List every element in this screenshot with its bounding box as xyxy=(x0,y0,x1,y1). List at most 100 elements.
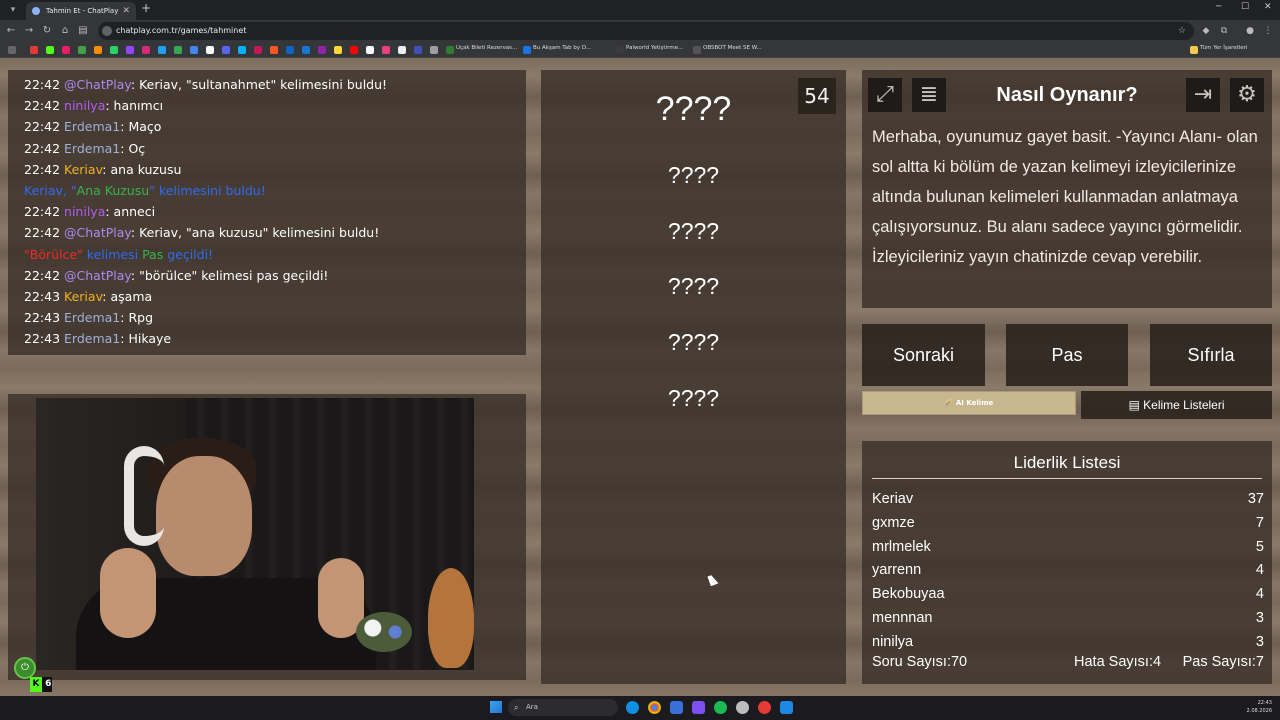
bookmark-icon[interactable] xyxy=(238,46,246,54)
bookmark-icon[interactable] xyxy=(286,46,294,54)
chat-username[interactable]: Erdema1 xyxy=(64,141,120,156)
app-icon[interactable] xyxy=(758,701,771,714)
how-to-play-panel: ⤢ ≣ Nasıl Oynanır? ⇥ ⚙ Merhaba, oyunumuz… xyxy=(862,70,1272,308)
bookmark-icon[interactable] xyxy=(302,46,310,54)
steam-icon[interactable] xyxy=(780,701,793,714)
chat-username[interactable]: Keriav xyxy=(64,162,102,177)
minimize-icon[interactable]: ─ xyxy=(1216,2,1221,12)
bookmark-icon[interactable] xyxy=(78,46,86,54)
taskbar-clock[interactable]: 22:43 2.08.2026 xyxy=(1247,699,1272,715)
chat-timestamp: 22:42 xyxy=(24,267,61,283)
bookmark-icon[interactable] xyxy=(158,46,166,54)
tab-search-icon[interactable]: ▾ xyxy=(6,3,20,17)
bookmark-label[interactable]: OBSBOT Meet SE W... xyxy=(703,45,762,51)
chat-username[interactable]: ninilya xyxy=(64,98,105,113)
bookmark-icon[interactable] xyxy=(334,46,342,54)
app-icon[interactable] xyxy=(692,701,705,714)
bookmark-icon[interactable] xyxy=(270,46,278,54)
mic-toggle-icon[interactable]: ⏻ xyxy=(14,657,36,679)
new-tab-button[interactable]: + xyxy=(141,1,151,15)
windows-start-icon[interactable] xyxy=(490,701,502,713)
reload-icon[interactable]: ↻ xyxy=(40,23,54,39)
chat-system-text: geçildi! xyxy=(163,246,214,262)
chat-username[interactable]: Erdema1 xyxy=(64,331,120,346)
taskbar-search[interactable]: ⌕ Ara xyxy=(508,699,618,716)
bookmark-label[interactable]: Uçak Bileti Rezervas... xyxy=(456,45,517,51)
logout-icon[interactable]: ⇥ xyxy=(1186,78,1220,112)
forward-icon[interactable]: → xyxy=(22,23,36,39)
chat-username[interactable]: @ChatPlay xyxy=(64,77,131,92)
close-window-icon[interactable]: ✕ xyxy=(1264,2,1272,12)
ai-word-button[interactable]: 🪄 AI Kelime xyxy=(862,391,1076,415)
next-button[interactable]: Sonraki xyxy=(862,324,985,386)
browser-menu-icon[interactable]: ⋮ xyxy=(1262,24,1274,38)
bookmark-label[interactable]: Bu Akşam Tab by D... xyxy=(533,45,591,51)
bookmark-icon[interactable] xyxy=(446,46,454,54)
obs-icon[interactable] xyxy=(736,701,749,714)
chat-message: 22:43 Keriav: aşama xyxy=(24,286,510,307)
bookmark-icon[interactable] xyxy=(398,46,406,54)
player-name: Keriav xyxy=(872,491,914,507)
chat-username[interactable]: ninilya xyxy=(64,204,105,219)
browser-tab[interactable]: Tahmin Et - ChatPlay ✕ xyxy=(26,2,136,20)
chat-username[interactable]: Erdema1 xyxy=(64,119,120,134)
chat-username[interactable]: Erdema1 xyxy=(64,310,120,325)
bookmark-icon[interactable] xyxy=(206,46,214,54)
bookmarks-bar: Uçak Bileti Rezervas... Bu Akşam Tab by … xyxy=(0,42,1280,58)
chat-text: : Oç xyxy=(120,140,146,156)
mail-icon[interactable] xyxy=(670,701,683,714)
bookmark-icon[interactable] xyxy=(142,46,150,54)
bookmark-icon[interactable] xyxy=(174,46,182,54)
chat-message: 22:42 Erdema1: Maço xyxy=(24,116,510,137)
bookmark-icon[interactable] xyxy=(523,46,531,54)
maximize-icon[interactable]: ☐ xyxy=(1241,2,1249,12)
extension-icon[interactable]: ◆ xyxy=(1200,24,1212,38)
home-icon[interactable]: ⌂ xyxy=(58,23,72,39)
bookmark-icon[interactable] xyxy=(693,46,701,54)
settings-gear-icon[interactable]: ⚙ xyxy=(1230,78,1264,112)
profile-avatar-icon[interactable]: ● xyxy=(1244,24,1256,38)
chat-text: : "börülce" kelimesi pas geçildi! xyxy=(130,267,329,283)
bookmark-icon[interactable] xyxy=(366,46,374,54)
bookmark-icon[interactable] xyxy=(62,46,70,54)
bookmark-icon[interactable] xyxy=(110,46,118,54)
chat-timestamp: 22:43 xyxy=(24,288,61,304)
spotify-icon[interactable] xyxy=(714,701,727,714)
folder-icon[interactable] xyxy=(1190,46,1198,54)
all-bookmarks-label[interactable]: Tüm Yer İşaretleri xyxy=(1200,45,1247,51)
bookmark-icon[interactable] xyxy=(46,46,54,54)
back-icon[interactable]: ← xyxy=(4,23,18,39)
chat-username[interactable]: @ChatPlay xyxy=(64,268,131,283)
bookmark-icon[interactable] xyxy=(30,46,38,54)
bookmark-icon[interactable] xyxy=(254,46,262,54)
bookmark-icon[interactable] xyxy=(318,46,326,54)
bookmark-star-icon[interactable]: ☆ xyxy=(1178,22,1186,40)
bookmark-label[interactable]: Palworld Yetiştirme... xyxy=(626,45,683,51)
address-bar[interactable]: chatplay.com.tr/games/tahminet ☆ xyxy=(98,22,1194,40)
edge-icon[interactable] xyxy=(626,701,639,714)
bookmark-icon[interactable] xyxy=(350,46,358,54)
word-lists-button[interactable]: ▤ Kelime Listeleri xyxy=(1081,391,1272,419)
bookmark-icon[interactable] xyxy=(222,46,230,54)
site-info-icon[interactable] xyxy=(102,26,112,36)
bookmark-icon[interactable] xyxy=(126,46,134,54)
tab-close-icon[interactable]: ✕ xyxy=(122,2,130,20)
leaderboard-row: Bekobuyaa 4 xyxy=(872,582,1264,606)
bookmark-icon[interactable] xyxy=(94,46,102,54)
word-panel: 54 ???? ???? ???? ???? ???? ???? xyxy=(541,70,846,684)
chat-username[interactable]: @ChatPlay xyxy=(64,225,131,240)
bookmark-icon[interactable] xyxy=(190,46,198,54)
bookmark-icon[interactable] xyxy=(414,46,422,54)
extensions-puzzle-icon[interactable]: ⧉ xyxy=(1218,24,1230,38)
bookmark-icon[interactable] xyxy=(382,46,390,54)
pass-button[interactable]: Pas xyxy=(1006,324,1128,386)
leaderboard-row: mrlmelek 5 xyxy=(872,535,1264,559)
bookmark-icon[interactable] xyxy=(430,46,438,54)
side-panel-icon[interactable]: ▤ xyxy=(76,23,90,39)
chrome-icon[interactable] xyxy=(648,701,661,714)
apps-grid-icon[interactable] xyxy=(8,46,16,54)
tab-favicon-icon xyxy=(32,7,40,15)
bookmark-icon[interactable] xyxy=(616,46,624,54)
chat-username[interactable]: Keriav xyxy=(64,289,102,304)
reset-button[interactable]: Sıfırla xyxy=(1150,324,1272,386)
